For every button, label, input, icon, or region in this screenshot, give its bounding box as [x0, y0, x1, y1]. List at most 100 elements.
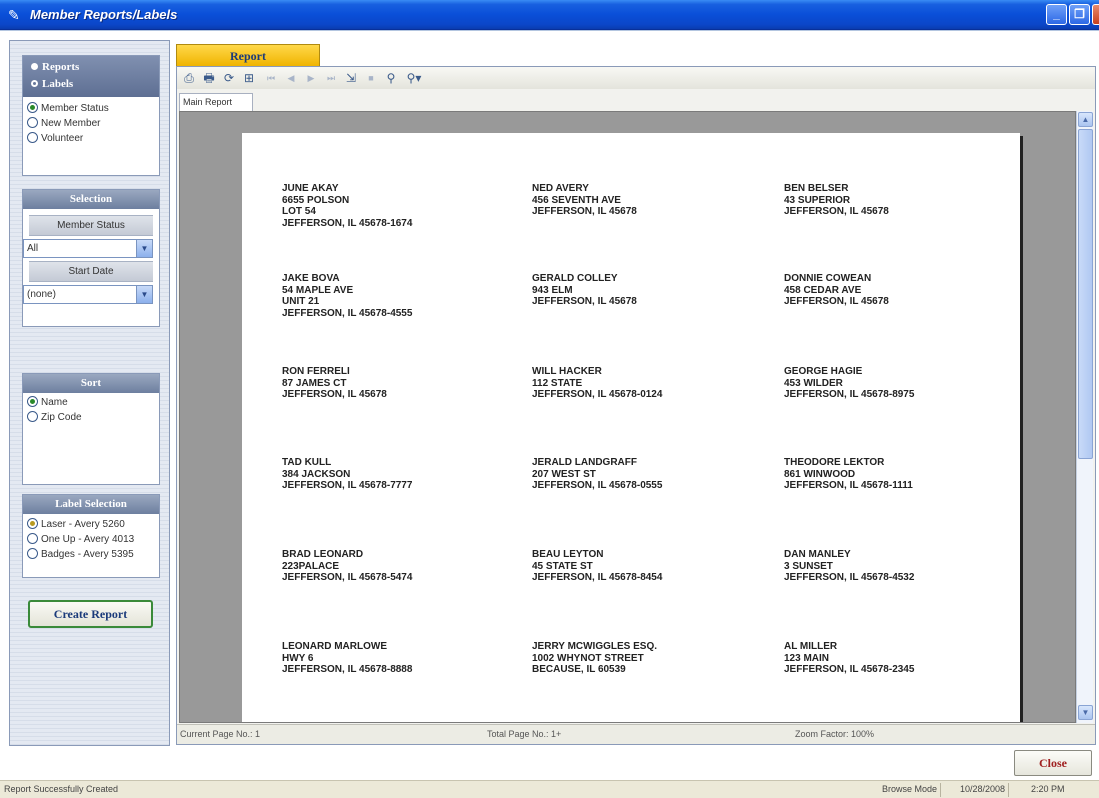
label-address-line: JEFFERSON, IL 45678-5474: [282, 572, 413, 583]
mailing-label: JERRY MCWIGGLES ESQ. 1002 WHYNOT STREET BE…: [532, 641, 732, 676]
window-title: Member Reports/Labels: [30, 7, 178, 22]
mailing-label: WILL HACKER 112 STATE JEFFERSON, IL 45678-…: [532, 366, 732, 401]
mailing-label: GERALD COLLEY 943 ELM JEFFERSON, IL 45678: [532, 273, 732, 308]
start-date-value: (none): [27, 289, 56, 300]
member-status-select[interactable]: All ▼: [23, 239, 153, 258]
label-address-line: JEFFERSON, IL 45678-8975: [784, 389, 915, 400]
total-page-text: Total Page No.: 1+: [487, 729, 562, 739]
mode-labels-option[interactable]: Labels: [31, 76, 151, 93]
mailing-label: DAN MANLEY 3 SUNSET JEFFERSON, IL 45678-45…: [784, 549, 984, 584]
sort-name-option[interactable]: Name: [23, 395, 159, 410]
label-address-line: JEFFERSON, IL 45678-1674: [282, 217, 413, 229]
mailing-label: BEN BELSER 43 SUPERIOR JEFFERSON, IL 45678: [784, 183, 984, 218]
goto-page-icon[interactable]: ⇲: [343, 70, 359, 86]
radio-icon: [27, 396, 38, 407]
member-status-option[interactable]: Member Status: [23, 101, 159, 116]
label-name: RON FERRELI: [282, 366, 350, 377]
print-icon[interactable]: 🖶: [201, 70, 217, 86]
label-address-line: JEFFERSON, IL 45678-8888: [282, 664, 413, 675]
label-address-line: 453 WILDER: [784, 377, 843, 389]
label-oneup-option[interactable]: One Up - Avery 4013: [23, 532, 159, 547]
status-date: 10/28/2008: [960, 784, 1006, 794]
minimize-button[interactable]: _: [1046, 4, 1067, 25]
tab-report[interactable]: Report: [176, 44, 320, 66]
zoom-icon[interactable]: ⚲▾: [403, 70, 425, 86]
mailing-label: GEORGE HAGIE 453 WILDER JEFFERSON, IL 4567…: [784, 366, 984, 401]
stop-icon[interactable]: ■: [363, 70, 379, 86]
label-address-line: HWY 6: [282, 652, 314, 664]
scroll-up-icon[interactable]: ▲: [1078, 112, 1093, 127]
tree-icon[interactable]: ⊞: [241, 70, 257, 86]
start-date-select[interactable]: (none) ▼: [23, 285, 153, 304]
report-type-group: Reports Labels Member Status New Member …: [22, 55, 160, 176]
label-selection-header: Label Selection: [23, 495, 159, 514]
new-member-option[interactable]: New Member: [23, 116, 159, 131]
selection-header: Selection: [23, 190, 159, 209]
close-window-button[interactable]: [1092, 4, 1099, 25]
label-address-line: 1002 WHYNOT STREET: [532, 652, 644, 664]
label-address-line: JEFFERSON, IL 45678-2345: [784, 664, 915, 675]
status-time: 2:20 PM: [1031, 784, 1065, 794]
label-address-line: JEFFERSON, IL 45678: [532, 296, 637, 307]
maximize-button[interactable]: ❐: [1069, 4, 1090, 25]
radio-icon: [27, 411, 38, 422]
chevron-down-icon[interactable]: ▼: [136, 286, 152, 303]
current-page-text: Current Page No.: 1: [180, 729, 261, 739]
export-icon[interactable]: ⎙: [181, 70, 197, 86]
status-divider: [1008, 783, 1009, 797]
label-address-line: LOT 54: [282, 206, 316, 217]
report-page: JUNE AKAY 6655 POLSON LOT 54 JEFFERSON, IL …: [242, 133, 1020, 722]
report-viewer: ⎙ 🖶 ⟳ ⊞ ⏮ ◀ ▶ ⏭ ⇲ ■ ⚲ ⚲▾ Main Report JUN…: [176, 66, 1096, 745]
label-address-line: 87 JAMES CT: [282, 377, 347, 389]
label-address-line: JEFFERSON, IL 45678-0555: [532, 480, 663, 491]
label-name: GEORGE HAGIE: [784, 366, 863, 377]
scroll-thumb[interactable]: [1078, 129, 1093, 459]
sort-zip-option[interactable]: Zip Code: [23, 410, 159, 425]
label-address-line: JEFFERSON, IL 45678-1111: [784, 480, 913, 491]
label-name: BEAU LEYTON: [532, 549, 604, 560]
label-laser-option[interactable]: Laser - Avery 5260: [23, 517, 159, 532]
refresh-icon[interactable]: ⟳: [221, 70, 237, 86]
mailing-label: JUNE AKAY 6655 POLSON LOT 54 JEFFERSON, IL …: [282, 183, 482, 229]
label-address-line: JEFFERSON, IL 45678-8454: [532, 572, 663, 583]
label-name: GERALD COLLEY: [532, 273, 618, 284]
label-address-line: JEFFERSON, IL 45678-7777: [282, 480, 413, 491]
scroll-down-icon[interactable]: ▼: [1078, 705, 1093, 720]
status-bar: Report Successfully Created Browse Mode …: [0, 780, 1099, 798]
label-selection-group: Label Selection Laser - Avery 5260 One U…: [22, 494, 160, 578]
status-mode: Browse Mode: [882, 784, 938, 794]
label-address-line: JEFFERSON, IL 45678: [532, 206, 637, 217]
vertical-scrollbar[interactable]: ▲ ▼: [1076, 111, 1093, 723]
label-name: WILL HACKER: [532, 366, 602, 377]
prev-page-icon[interactable]: ◀: [283, 70, 299, 86]
first-page-icon[interactable]: ⏮: [263, 70, 279, 86]
chevron-down-icon[interactable]: ▼: [136, 240, 152, 257]
tab-main-report[interactable]: Main Report: [179, 93, 253, 111]
label-address-line: 223PALACE: [282, 560, 340, 572]
label-address-line: 943 ELM: [532, 284, 573, 296]
search-icon[interactable]: ⚲: [383, 70, 399, 86]
mailing-label: DONNIE COWEAN 458 CEDAR AVE JEFFERSON, IL …: [784, 273, 984, 308]
label-name: JUNE AKAY: [282, 183, 339, 194]
label-address-line: JEFFERSON, IL 45678: [784, 206, 889, 217]
radio-icon: [27, 102, 38, 113]
label-badges-option[interactable]: Badges - Avery 5395: [23, 547, 159, 562]
next-page-icon[interactable]: ▶: [303, 70, 319, 86]
label-address-line: JEFFERSON, IL 45678-0124: [532, 389, 663, 400]
mode-reports-option[interactable]: Reports: [31, 59, 151, 76]
last-page-icon[interactable]: ⏭: [323, 70, 339, 86]
label-address-line: UNIT 21: [282, 296, 320, 307]
volunteer-option[interactable]: Volunteer: [23, 131, 159, 146]
mailing-label: AL MILLER 123 MAIN JEFFERSON, IL 45678-234…: [784, 641, 984, 676]
sort-group: Sort Name Zip Code: [22, 373, 160, 485]
main-frame: Reports Labels Member Status New Member …: [0, 30, 1099, 780]
create-report-button[interactable]: Create Report: [28, 600, 153, 628]
label-name: LEONARD MARLOWE: [282, 641, 387, 652]
radio-selected-icon: [31, 80, 38, 87]
mailing-label: TAD KULL 384 JACKSON JEFFERSON, IL 45678-7…: [282, 457, 482, 492]
label-address-line: 45 STATE ST: [532, 560, 593, 572]
label-name: JERALD LANDGRAFF: [532, 457, 637, 468]
close-button[interactable]: Close: [1014, 750, 1092, 776]
mailing-label: LEONARD MARLOWE HWY 6 JEFFERSON, IL 45678-…: [282, 641, 482, 676]
label-address-line: 6655 POLSON: [282, 194, 350, 206]
